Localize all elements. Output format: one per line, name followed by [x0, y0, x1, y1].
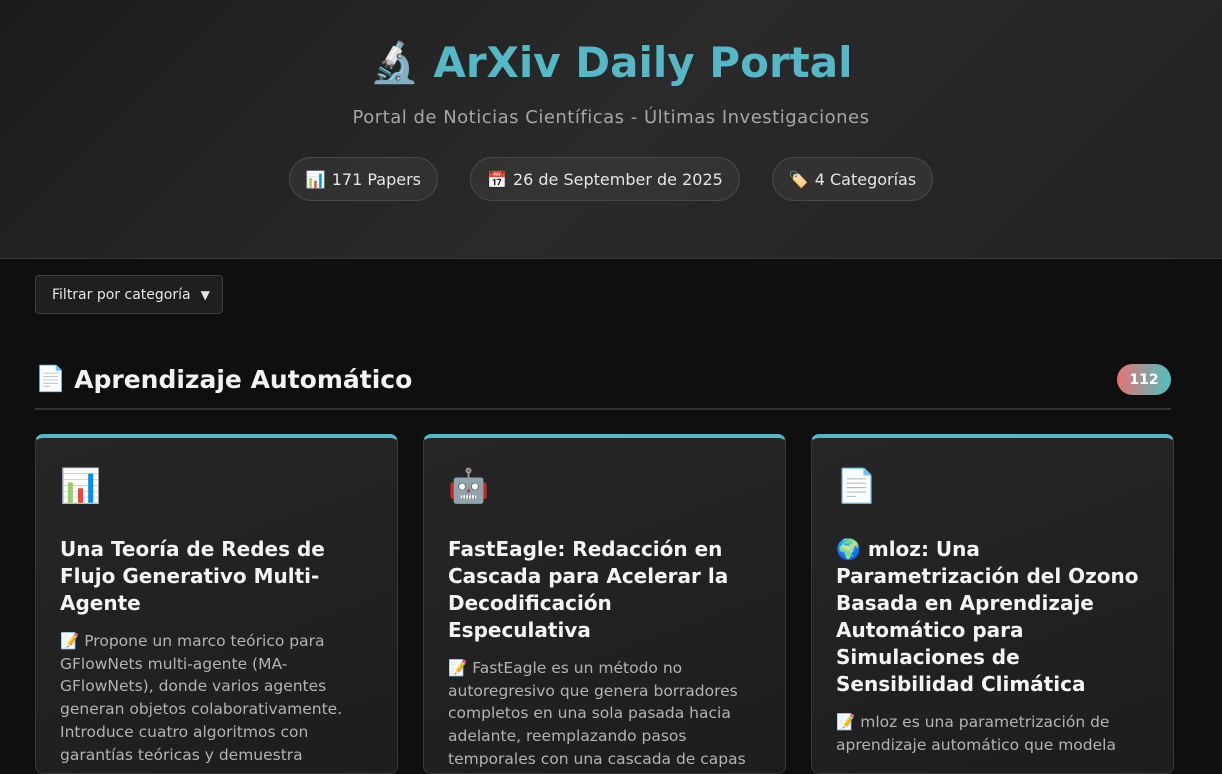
paper-title[interactable]: 🌍 mloz: Una Parametrización del Ozono Ba… — [836, 536, 1149, 698]
paper-summary: 📝 mloz es una parametrización de aprendi… — [836, 713, 1116, 754]
microscope-icon: 🔬 — [369, 40, 420, 86]
robot-icon: 🤖 — [448, 466, 490, 505]
section-header: 📄 Aprendizaje Automático 112 — [35, 364, 1171, 410]
page-header: 🔬 ArXiv Daily Portal Portal de Noticias … — [0, 0, 1222, 259]
document-icon: 📄 — [836, 466, 878, 505]
page-title: 🔬 ArXiv Daily Portal — [0, 38, 1222, 87]
category-filter-label: Filtrar por categoría — [52, 286, 191, 303]
stat-papers: 📊 171 Papers — [288, 157, 439, 201]
paper-title[interactable]: Una Teoría de Redes de Flujo Generativo … — [60, 536, 373, 617]
calendar-icon: 📅 — [487, 169, 507, 189]
section-title: 📄 Aprendizaje Automático — [35, 364, 412, 394]
paper-card-grid: 📊 Una Teoría de Redes de Flujo Generativ… — [35, 434, 1174, 774]
page-title-text: ArXiv Daily Portal — [433, 38, 853, 87]
paper-card[interactable]: 📄 🌍 mloz: Una Parametrización del Ozono … — [811, 434, 1174, 774]
tag-icon: 🏷️ — [788, 169, 809, 189]
stats-bar: 📊 171 Papers 📅 26 de September de 2025 🏷… — [0, 157, 1222, 201]
paper-summary: 📝 FastEagle es un método no autoregresiv… — [448, 659, 746, 773]
stat-categories: 🏷️ 4 Categorías — [771, 157, 934, 201]
paper-card[interactable]: 📊 Una Teoría de Redes de Flujo Generativ… — [35, 434, 398, 774]
chevron-down-icon: ▼ — [200, 287, 210, 302]
page-subtitle: Portal de Noticias Científicas - Últimas… — [352, 107, 870, 128]
paper-title[interactable]: FastEagle: Redacción en Cascada para Ace… — [448, 536, 761, 644]
chart-icon: 📊 — [305, 169, 326, 189]
stat-papers-label: 171 Papers — [331, 169, 422, 189]
document-icon: 📄 — [35, 364, 67, 393]
stat-categories-label: 4 Categorías — [814, 169, 917, 189]
paper-card[interactable]: 🤖 FastEagle: Redacción en Cascada para A… — [423, 434, 786, 774]
chart-icon: 📊 — [60, 466, 102, 505]
category-filter-button[interactable]: Filtrar por categoría ▼ — [35, 275, 223, 314]
section-count-badge: 112 — [1117, 364, 1171, 395]
stat-date-label: 26 de September de 2025 — [512, 169, 723, 189]
paper-summary: 📝 Propone un marco teórico para GFlowNet… — [60, 632, 343, 764]
stat-date: 📅 26 de September de 2025 — [470, 157, 740, 201]
section-title-text: Aprendizaje Automático — [74, 364, 413, 394]
